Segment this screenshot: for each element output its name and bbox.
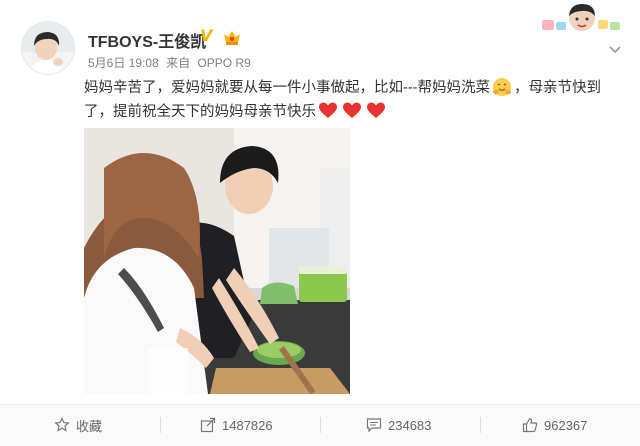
avatar[interactable] — [22, 22, 74, 74]
heart-icon — [366, 101, 386, 121]
heart-icon — [342, 101, 362, 121]
verified-v-icon: V — [200, 26, 213, 45]
share-icon — [200, 417, 216, 433]
source-prefix: 来自 — [166, 56, 191, 70]
favorite-button[interactable]: 收藏 — [54, 413, 102, 437]
repost-count: 1487826 — [222, 417, 273, 433]
action-separator — [480, 417, 481, 433]
action-bar: 收藏 1487826 234683 962367 — [0, 405, 640, 446]
post-photo[interactable] — [84, 128, 350, 394]
hug-emoji-icon — [492, 77, 512, 97]
like-button[interactable]: 962367 — [522, 413, 587, 437]
heart-icon — [318, 101, 338, 121]
action-separator — [160, 417, 161, 433]
like-count: 962367 — [544, 417, 588, 433]
comment-button[interactable]: 234683 — [366, 413, 431, 437]
post-timestamp[interactable]: 5月6日 19:08 — [88, 56, 159, 70]
post-meta: 5月6日 19:08 来自 OPPO R9 — [88, 54, 255, 71]
card-decoration-sticker — [538, 2, 624, 38]
vip-crown-icon — [222, 28, 242, 46]
star-icon — [54, 417, 70, 432]
repost-button[interactable]: 1487826 — [200, 413, 273, 437]
username[interactable]: TFBOYS-王俊凯 — [88, 28, 206, 52]
thumbs-up-icon — [522, 418, 538, 433]
comment-count: 234683 — [388, 417, 432, 433]
weibo-post-card: TFBOYS-王俊凯 V 5月6日 19:08 来自 OPPO R9 妈妈辛苦了… — [0, 0, 640, 446]
post-text-part1: 妈妈辛苦了，爱妈妈就要从每一件小事做起，比如---帮妈妈洗菜 — [84, 80, 490, 96]
chevron-down-icon[interactable] — [608, 42, 622, 54]
comment-icon — [366, 418, 382, 433]
action-separator — [320, 417, 321, 433]
favorite-label: 收藏 — [76, 418, 103, 434]
source-device[interactable]: OPPO R9 — [197, 56, 250, 70]
post-text: 妈妈辛苦了，爱妈妈就要从每一件小事做起，比如---帮妈妈洗菜 ，母亲节快到了，提前… — [84, 76, 628, 124]
